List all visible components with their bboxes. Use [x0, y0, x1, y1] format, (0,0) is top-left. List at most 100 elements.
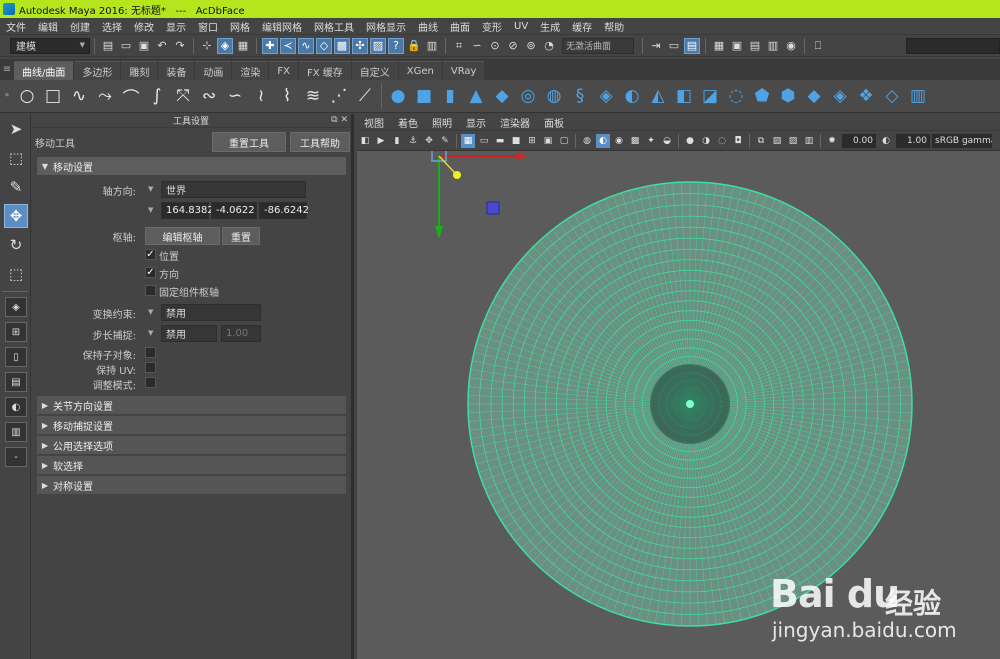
menu-mesh[interactable]: 网格	[224, 19, 256, 34]
transform-constraint-select[interactable]: 禁用	[161, 304, 261, 321]
nurbs-cube-icon[interactable]: ■	[413, 84, 435, 108]
select-hierarchy-icon[interactable]: ⊹	[199, 38, 215, 54]
exposure-icon[interactable]: ✹	[825, 134, 839, 148]
tweak-mode-checkbox[interactable]	[145, 377, 156, 388]
select-handle-icon[interactable]: ✚	[262, 37, 278, 54]
menu-mesh-display[interactable]: 网格显示	[360, 19, 412, 34]
hypershade-layout-icon[interactable]: ▥	[5, 422, 27, 442]
viewport-menu-panels[interactable]: 面板	[537, 115, 571, 130]
nurbs-torus-icon[interactable]: ◎	[517, 84, 539, 108]
coord-y-field[interactable]: -4.0622	[211, 202, 257, 219]
trim-tool-icon[interactable]: ⬟	[751, 84, 773, 108]
axis-orientation-select[interactable]: 世界	[161, 181, 306, 198]
tab-vray[interactable]: VRay	[442, 61, 485, 80]
menu-file[interactable]: 文件	[0, 19, 32, 34]
select-object-icon[interactable]: ◈	[217, 37, 233, 54]
extend-curve-icon[interactable]: ⌇	[276, 84, 298, 108]
menu-create[interactable]: 创建	[64, 19, 96, 34]
smooth-shade-icon[interactable]: ◐	[596, 133, 610, 148]
select-deformation-icon[interactable]: ▩	[334, 37, 350, 54]
snap-grid-icon[interactable]: ⌗	[451, 38, 467, 54]
tab-rendering[interactable]: 渲染	[232, 61, 269, 80]
reset-pivot-button[interactable]: 重置	[222, 227, 260, 245]
wireframe-icon[interactable]: ◍	[580, 134, 594, 148]
render-view-icon[interactable]: ▦	[711, 38, 727, 54]
revolve-icon[interactable]: ◍	[543, 84, 565, 108]
dropdown-arrow-icon[interactable]: ▼	[148, 329, 153, 337]
textured-icon[interactable]: ▩	[628, 134, 642, 148]
viewport-menu-show[interactable]: 显示	[459, 115, 493, 130]
attach-surfaces-icon[interactable]: ◆	[803, 84, 825, 108]
menu-edit-mesh[interactable]: 编辑网格	[256, 19, 308, 34]
input-ops-icon[interactable]: ⇥	[648, 38, 664, 54]
command-input-field[interactable]	[906, 38, 1000, 54]
edit-pivot-button[interactable]: 编辑枢轴	[145, 227, 220, 245]
render-settings-icon[interactable]: ▥	[765, 38, 781, 54]
intersect-icon[interactable]: ◌	[725, 84, 747, 108]
extrude-icon[interactable]: ◐	[621, 84, 643, 108]
direction-checkbox[interactable]: ✓	[145, 267, 156, 278]
move-snap-section[interactable]: ▶ 移动捕捉设置	[37, 416, 346, 434]
preserve-uvs-checkbox[interactable]	[145, 362, 156, 373]
offset-curve-icon[interactable]: ≋	[302, 84, 324, 108]
save-scene-icon[interactable]: ▣	[136, 38, 152, 54]
viewport-menu-shading[interactable]: 着色	[391, 115, 425, 130]
menu-generate[interactable]: 生成	[534, 19, 566, 34]
select-render-icon[interactable]: ▨	[370, 37, 386, 54]
anti-aliasing-icon[interactable]: ◌	[715, 134, 729, 148]
nurbs-sphere-icon[interactable]: ●	[387, 84, 409, 108]
tab-fx[interactable]: FX	[269, 61, 298, 80]
isolate-select-icon[interactable]: ⧉	[754, 134, 768, 148]
four-pane-layout-icon[interactable]: ⊞	[5, 322, 27, 342]
film-gate-icon[interactable]: ▭	[477, 134, 491, 148]
redo-icon[interactable]: ↷	[172, 38, 188, 54]
select-tool-icon[interactable]: ➤	[4, 117, 28, 141]
menu-display[interactable]: 显示	[160, 19, 192, 34]
grid-toggle-icon[interactable]: ▦	[461, 133, 475, 148]
hypershade-icon[interactable]: ◉	[783, 38, 799, 54]
sidebar-toggle-icon[interactable]: ⎕	[810, 38, 826, 54]
menu-mesh-tools[interactable]: 网格工具	[308, 19, 360, 34]
planar-icon[interactable]: ◈	[595, 84, 617, 108]
highlight-selection-icon[interactable]: ▥	[424, 38, 440, 54]
viewport-menu-renderer[interactable]: 渲染器	[493, 115, 537, 130]
move-tool-icon[interactable]: ✥	[4, 204, 28, 228]
use-all-lights-icon[interactable]: ✦	[644, 134, 658, 148]
xray-icon[interactable]: ▧	[770, 134, 784, 148]
pencil-curve-icon[interactable]: ∫	[146, 84, 168, 108]
output-ops-icon[interactable]: ▭	[666, 38, 682, 54]
symmetry-section[interactable]: ▶ 对称设置	[37, 476, 346, 494]
viewport-menu-lighting[interactable]: 照明	[425, 115, 459, 130]
menu-set-selector[interactable]: 建模	[10, 37, 90, 54]
menu-cache[interactable]: 缓存	[566, 19, 598, 34]
loft-icon[interactable]: §	[569, 84, 591, 108]
tab-custom[interactable]: 自定义	[351, 61, 398, 80]
reset-tool-button[interactable]: 重置工具	[212, 132, 286, 152]
make-live-icon[interactable]: ◔	[541, 38, 557, 54]
construction-history-icon[interactable]: ▤	[684, 37, 700, 54]
nurbs-cylinder-icon[interactable]: ▮	[439, 84, 461, 108]
detach-curves-icon[interactable]: ∽	[224, 84, 246, 108]
tab-animation[interactable]: 动画	[195, 61, 232, 80]
two-pane-layout-icon[interactable]: ▯	[5, 347, 27, 367]
menu-help[interactable]: 帮助	[598, 19, 630, 34]
exposure-field[interactable]: 0.00	[842, 133, 876, 148]
bezier-curve-icon[interactable]: ⌒	[120, 84, 142, 109]
shelf-options-icon[interactable]: ⚬	[0, 91, 14, 101]
bookmarks-icon[interactable]: ▮	[390, 134, 404, 148]
tool-help-button[interactable]: 工具帮助	[290, 132, 350, 152]
menu-curves[interactable]: 曲线	[412, 19, 444, 34]
gamma-icon[interactable]: ◐	[879, 134, 893, 148]
dropdown-arrow-icon[interactable]: ▼	[148, 185, 153, 193]
undo-icon[interactable]: ↶	[154, 38, 170, 54]
tab-xgen[interactable]: XGen	[398, 61, 442, 80]
paint-select-icon[interactable]: ✎	[4, 175, 28, 199]
coord-x-field[interactable]: 164.8382	[161, 202, 214, 219]
nurbs-plane-icon[interactable]: ◆	[491, 84, 513, 108]
nurbs-circle-icon[interactable]: ○	[16, 84, 38, 108]
resolution-gate-icon[interactable]: ▬	[493, 134, 507, 148]
shelf-menu-icon[interactable]: ≡	[0, 59, 14, 80]
nurbs-cone-icon[interactable]: ▲	[465, 84, 487, 108]
select-misc-icon[interactable]: ?	[388, 37, 404, 54]
untrim-icon[interactable]: ⬢	[777, 84, 799, 108]
